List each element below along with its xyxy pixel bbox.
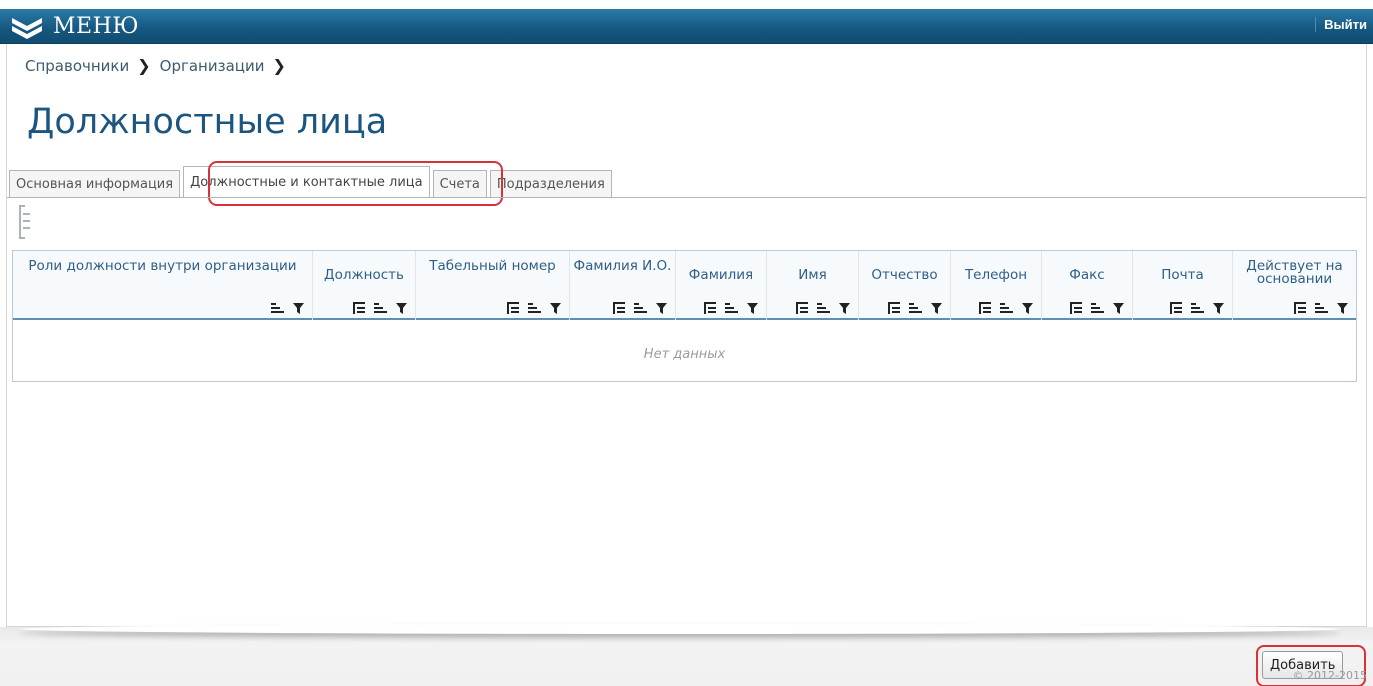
grid-header: Роли должности внутри организации Должно… — [13, 251, 1356, 320]
filter-icon[interactable] — [1337, 302, 1348, 314]
column-header-phone[interactable]: Телефон — [951, 251, 1042, 320]
copyright-text: © 2012-2015 — [1292, 669, 1367, 682]
sort-icon[interactable] — [817, 302, 830, 314]
tab-main-info[interactable]: Основная информация — [9, 170, 181, 198]
column-header-email[interactable]: Почта — [1133, 251, 1233, 320]
column-header-personnel-number[interactable]: Табельный номер — [416, 251, 570, 320]
column-header-position[interactable]: Должность — [313, 251, 416, 320]
filter-icon[interactable] — [550, 302, 561, 314]
page-shadow — [20, 624, 1340, 634]
column-header-label: Телефон — [964, 267, 1028, 283]
column-header-label: Отчество — [871, 267, 938, 283]
column-header-label: Почта — [1161, 267, 1204, 283]
empty-state-text: Нет данных — [643, 347, 726, 362]
group-icon[interactable] — [979, 302, 991, 314]
filter-icon[interactable] — [747, 302, 758, 314]
sort-icon[interactable] — [725, 302, 738, 314]
content-panel: Справочники ❯ Организации ❯ Должностные … — [6, 44, 1367, 627]
group-icon[interactable] — [888, 302, 900, 314]
column-header-patronymic[interactable]: Отчество — [859, 251, 951, 320]
column-header-first-name[interactable]: Имя — [767, 251, 859, 320]
officials-grid: Роли должности внутри организации Должно… — [12, 250, 1357, 382]
menu-button[interactable]: МЕНЮ — [9, 11, 139, 42]
sort-icon[interactable] — [374, 302, 387, 314]
filter-icon[interactable] — [1213, 302, 1224, 314]
group-icon[interactable] — [704, 302, 716, 314]
tab-bar: Основная информация Должностные и контак… — [9, 166, 615, 198]
column-header-basis[interactable]: Действует на основании — [1233, 251, 1356, 320]
menu-label: МЕНЮ — [53, 14, 140, 39]
group-icon[interactable] — [353, 302, 365, 314]
logout-link[interactable]: Выйти — [1315, 17, 1367, 32]
sort-icon[interactable] — [1191, 302, 1204, 314]
column-header-fax[interactable]: Факс — [1042, 251, 1133, 320]
tab-divider — [7, 197, 1366, 198]
column-header-label: Роли должности внутри организации — [28, 258, 297, 274]
tab-officials-contacts[interactable]: Должностные и контактные лица — [183, 166, 430, 198]
group-icon[interactable] — [1170, 302, 1182, 314]
sort-icon[interactable] — [1000, 302, 1013, 314]
footer-bar — [0, 627, 1373, 686]
group-icon[interactable] — [613, 302, 625, 314]
column-header-roles[interactable]: Роли должности внутри организации — [13, 251, 313, 320]
tab-departments[interactable]: Подразделения — [489, 170, 612, 198]
column-header-label: Факс — [1069, 267, 1105, 283]
tab-accounts[interactable]: Счета — [432, 170, 487, 198]
sort-icon[interactable] — [1091, 302, 1104, 314]
page-title: Должностные лица — [27, 102, 388, 142]
sort-icon[interactable] — [909, 302, 922, 314]
column-header-label: Имя — [798, 267, 827, 283]
filter-icon[interactable] — [839, 302, 850, 314]
breadcrumb: Справочники ❯ Организации ❯ — [25, 56, 295, 75]
column-chooser-icon[interactable] — [17, 204, 33, 240]
chevron-right-icon: ❯ — [272, 56, 286, 75]
filter-icon[interactable] — [931, 302, 942, 314]
column-header-label: Действует на основании — [1246, 258, 1343, 287]
column-header-label: Должность — [324, 267, 404, 283]
filter-icon[interactable] — [1113, 302, 1124, 314]
sort-icon[interactable] — [634, 302, 647, 314]
chevron-right-icon: ❯ — [137, 56, 151, 75]
column-header-label: Фамилия И.О. — [573, 258, 672, 274]
group-icon[interactable] — [1070, 302, 1082, 314]
double-chevron-down-icon — [12, 17, 42, 39]
top-bar: МЕНЮ Выйти — [0, 9, 1373, 44]
column-header-label: Фамилия — [688, 267, 754, 283]
column-header-label: Табельный номер — [429, 258, 556, 274]
group-icon[interactable] — [1294, 302, 1306, 314]
column-header-short-name[interactable]: Фамилия И.О. — [570, 251, 676, 320]
group-icon[interactable] — [796, 302, 808, 314]
filter-icon[interactable] — [293, 303, 304, 314]
filter-icon[interactable] — [656, 302, 667, 314]
sort-icon[interactable] — [1315, 302, 1328, 314]
column-header-last-name[interactable]: Фамилия — [676, 251, 767, 320]
sort-icon[interactable] — [271, 303, 284, 314]
filter-icon[interactable] — [396, 302, 407, 314]
filter-icon[interactable] — [1022, 302, 1033, 314]
group-icon[interactable] — [507, 302, 519, 314]
sort-icon[interactable] — [528, 302, 541, 314]
breadcrumb-item-organizations[interactable]: Организации — [160, 57, 265, 75]
breadcrumb-item-directories[interactable]: Справочники — [25, 57, 129, 75]
